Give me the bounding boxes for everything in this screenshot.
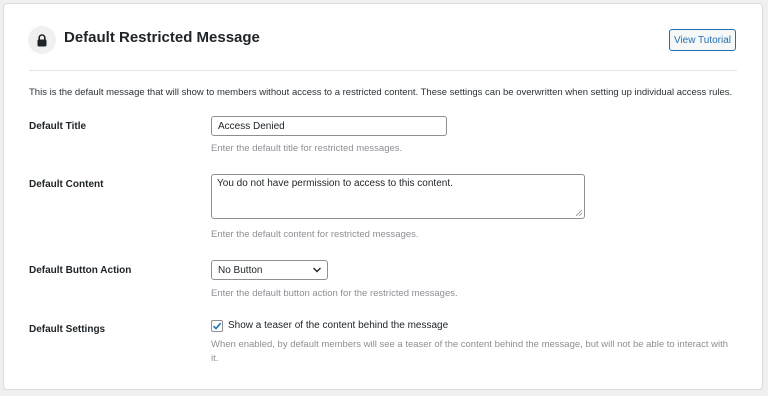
checkmark-icon (212, 322, 222, 330)
chevron-down-icon (313, 267, 321, 273)
default-title-input[interactable] (211, 116, 447, 136)
page-title: Default Restricted Message (64, 29, 260, 46)
lock-icon (28, 26, 56, 54)
default-title-label: Default Title (29, 121, 87, 132)
default-settings-description: When enabled, by default members will se… (211, 339, 728, 364)
default-button-action-label: Default Button Action (29, 265, 132, 276)
intro-text: This is the default message that will sh… (29, 87, 733, 98)
default-content-label: Default Content (29, 179, 104, 190)
settings-card: Default Restricted Message View Tutorial… (3, 3, 763, 390)
teaser-checkbox-label[interactable]: Show a teaser of the content behind the … (228, 320, 448, 331)
default-content-textarea[interactable]: You do not have permission to access to … (211, 174, 585, 219)
select-value: No Button (218, 265, 263, 276)
teaser-checkbox[interactable] (211, 320, 223, 332)
header-divider (29, 70, 737, 71)
view-tutorial-button[interactable]: View Tutorial (669, 29, 736, 51)
default-settings-label: Default Settings (29, 324, 106, 335)
default-button-action-description: Enter the default button action for the … (211, 288, 458, 299)
default-content-value: You do not have permission to access to … (217, 178, 453, 189)
default-button-action-select[interactable]: No Button (211, 260, 328, 280)
default-title-description: Enter the default title for restricted m… (211, 143, 403, 154)
default-content-description: Enter the default content for restricted… (211, 229, 419, 240)
resize-grip-icon[interactable] (576, 210, 582, 216)
card-header: Default Restricted Message View Tutorial (28, 26, 738, 56)
